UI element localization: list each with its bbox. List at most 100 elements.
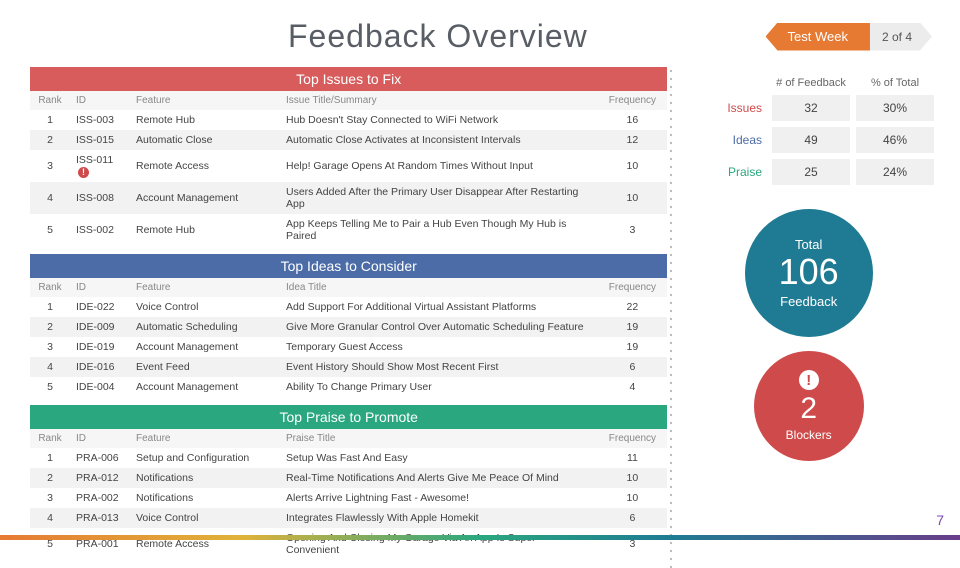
table-row: 1IDE-022Voice ControlAdd Support For Add… bbox=[30, 297, 667, 317]
cell-rank: 4 bbox=[30, 357, 70, 377]
col-rank: Rank bbox=[30, 278, 70, 297]
cell-rank: 1 bbox=[30, 110, 70, 130]
cell-title: Integrates Flawlessly With Apple Homekit bbox=[280, 508, 597, 528]
cell-rank: 1 bbox=[30, 297, 70, 317]
cell-feature: Voice Control bbox=[130, 297, 280, 317]
cell-title: Hub Doesn't Stay Connected to WiFi Netwo… bbox=[280, 110, 597, 130]
table-row: 4ISS-008Account ManagementUsers Added Af… bbox=[30, 182, 667, 214]
cell-rank: 3 bbox=[30, 150, 70, 182]
cell-feature: Account Management bbox=[130, 377, 280, 397]
summary-issues-count: 32 bbox=[772, 95, 850, 121]
page-number: 7 bbox=[936, 512, 944, 528]
cell-title: Add Support For Additional Virtual Assis… bbox=[280, 297, 597, 317]
col-rank: Rank bbox=[30, 91, 70, 110]
col-feature: Feature bbox=[130, 91, 280, 110]
summary-praise-count: 25 bbox=[772, 159, 850, 185]
cell-title: Opening And Closing My Garage Via An App… bbox=[280, 528, 597, 560]
table-row: 4PRA-013Voice ControlIntegrates Flawless… bbox=[30, 508, 667, 528]
cell-id: IDE-009 bbox=[70, 317, 130, 337]
testweek-position: 2 of 4 bbox=[870, 23, 932, 51]
cell-freq: 10 bbox=[597, 488, 667, 508]
cell-title: Give More Granular Control Over Automati… bbox=[280, 317, 597, 337]
table-row: 3IDE-019Account ManagementTemporary Gues… bbox=[30, 337, 667, 357]
cell-feature: Notifications bbox=[130, 468, 280, 488]
table-row: 2ISS-015Automatic CloseAutomatic Close A… bbox=[30, 130, 667, 150]
cell-freq: 6 bbox=[597, 357, 667, 377]
testweek-badge: Test Week 2 of 4 bbox=[766, 23, 932, 51]
cell-freq: 3 bbox=[597, 528, 667, 560]
summary-issues-label: Issues bbox=[683, 95, 766, 121]
cell-rank: 4 bbox=[30, 182, 70, 214]
cell-id: PRA-006 bbox=[70, 448, 130, 468]
divider-dots bbox=[669, 67, 673, 568]
issues-table: Rank ID Feature Issue Title/Summary Freq… bbox=[30, 91, 667, 246]
blockers-value: 2 bbox=[800, 394, 817, 424]
cell-title: Temporary Guest Access bbox=[280, 337, 597, 357]
praise-heading: Top Praise to Promote bbox=[30, 405, 667, 429]
cell-id: ISS-002 bbox=[70, 214, 130, 246]
summary-praise-label: Praise bbox=[683, 159, 766, 185]
summary-praise-pct: 24% bbox=[856, 159, 934, 185]
cell-feature: Account Management bbox=[130, 337, 280, 357]
summary-ideas-count: 49 bbox=[772, 127, 850, 153]
cell-rank: 2 bbox=[30, 317, 70, 337]
cell-freq: 19 bbox=[597, 337, 667, 357]
cell-feature: Remote Access bbox=[130, 150, 280, 182]
cell-feature: Voice Control bbox=[130, 508, 280, 528]
cell-title: Users Added After the Primary User Disap… bbox=[280, 182, 597, 214]
col-title: Idea Title bbox=[280, 278, 597, 297]
cell-freq: 10 bbox=[597, 150, 667, 182]
col-freq: Frequency bbox=[597, 91, 667, 110]
cell-rank: 5 bbox=[30, 528, 70, 560]
col-freq: Frequency bbox=[597, 429, 667, 448]
cell-title: Real-Time Notifications And Alerts Give … bbox=[280, 468, 597, 488]
cell-title: Ability To Change Primary User bbox=[280, 377, 597, 397]
table-row: 2PRA-012NotificationsReal-Time Notificat… bbox=[30, 468, 667, 488]
table-row: 2IDE-009Automatic SchedulingGive More Gr… bbox=[30, 317, 667, 337]
ideas-heading: Top Ideas to Consider bbox=[30, 254, 667, 278]
cell-rank: 4 bbox=[30, 508, 70, 528]
exclamation-icon: ! bbox=[799, 370, 819, 390]
cell-freq: 16 bbox=[597, 110, 667, 130]
cell-rank: 5 bbox=[30, 377, 70, 397]
page-title: Feedback Overview bbox=[28, 18, 588, 55]
cell-id: PRA-012 bbox=[70, 468, 130, 488]
cell-id: IDE-004 bbox=[70, 377, 130, 397]
summary-table: # of Feedback % of Total Issues 32 30% I… bbox=[677, 71, 940, 191]
cell-freq: 19 bbox=[597, 317, 667, 337]
issues-heading: Top Issues to Fix bbox=[30, 67, 667, 91]
cell-rank: 2 bbox=[30, 468, 70, 488]
cell-id: ISS-003 bbox=[70, 110, 130, 130]
cell-id: ISS-011 ! bbox=[70, 150, 130, 182]
total-label-top: Total bbox=[795, 237, 822, 252]
cell-feature: Remote Hub bbox=[130, 110, 280, 130]
cell-feature: Automatic Scheduling bbox=[130, 317, 280, 337]
ideas-section: Top Ideas to Consider Rank ID Feature Id… bbox=[30, 254, 667, 397]
blockers-circle: ! 2 Blockers bbox=[754, 351, 864, 461]
cell-id: IDE-022 bbox=[70, 297, 130, 317]
blocker-icon: ! bbox=[78, 167, 89, 178]
table-row: 1ISS-003Remote HubHub Doesn't Stay Conne… bbox=[30, 110, 667, 130]
cell-freq: 3 bbox=[597, 214, 667, 246]
table-row: 5IDE-004Account ManagementAbility To Cha… bbox=[30, 377, 667, 397]
cell-id: PRA-002 bbox=[70, 488, 130, 508]
col-id: ID bbox=[70, 429, 130, 448]
cell-rank: 3 bbox=[30, 488, 70, 508]
table-row: 1PRA-006Setup and ConfigurationSetup Was… bbox=[30, 448, 667, 468]
total-label-bottom: Feedback bbox=[780, 294, 837, 309]
col-feature: Feature bbox=[130, 278, 280, 297]
cell-feature: Automatic Close bbox=[130, 130, 280, 150]
cell-rank: 5 bbox=[30, 214, 70, 246]
summary-col-pct: % of Total bbox=[856, 77, 934, 89]
col-title: Issue Title/Summary bbox=[280, 91, 597, 110]
cell-id: IDE-019 bbox=[70, 337, 130, 357]
cell-feature: Notifications bbox=[130, 488, 280, 508]
cell-id: PRA-013 bbox=[70, 508, 130, 528]
cell-rank: 3 bbox=[30, 337, 70, 357]
cell-title: Alerts Arrive Lightning Fast - Awesome! bbox=[280, 488, 597, 508]
cell-feature: Account Management bbox=[130, 182, 280, 214]
cell-id: IDE-016 bbox=[70, 357, 130, 377]
footer-gradient-bar bbox=[0, 535, 960, 540]
col-feature: Feature bbox=[130, 429, 280, 448]
cell-title: Setup Was Fast And Easy bbox=[280, 448, 597, 468]
